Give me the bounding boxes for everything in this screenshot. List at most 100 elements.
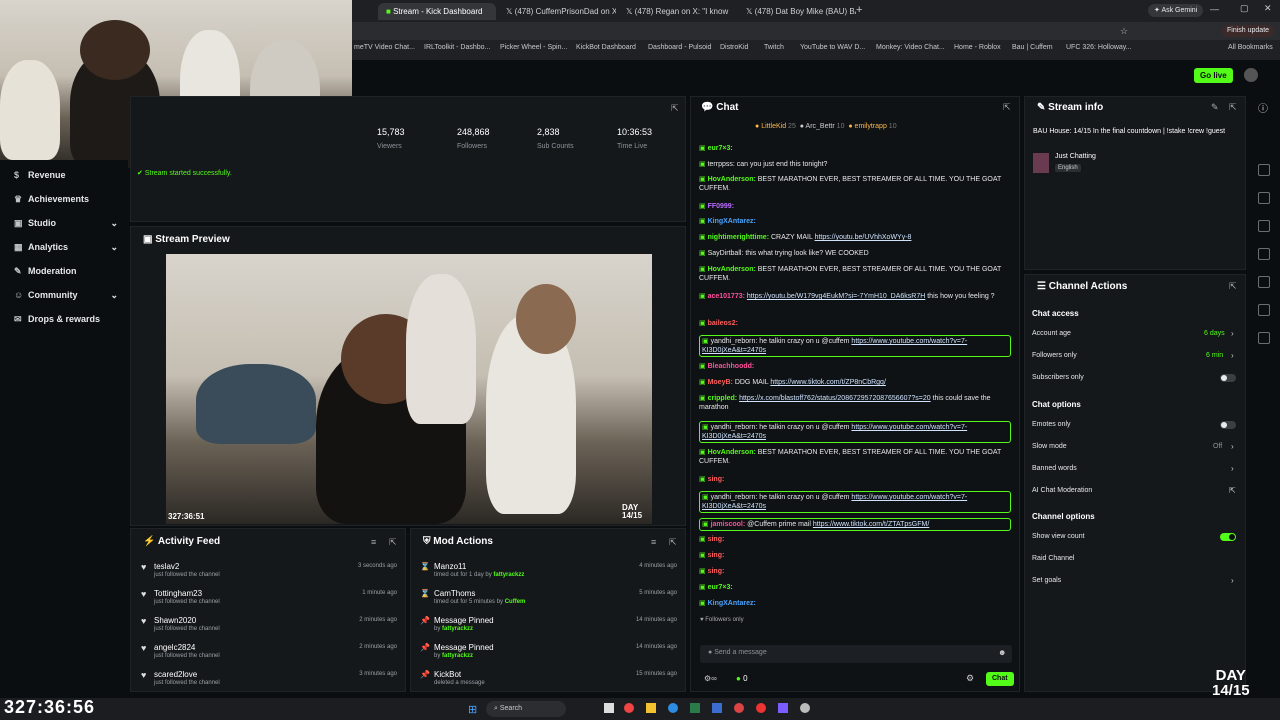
chat-username[interactable]: sing:	[708, 536, 725, 543]
chat-username[interactable]: terrppss:	[708, 161, 735, 168]
chat-message[interactable]: ▣ sing:	[699, 567, 1011, 576]
chevron-right-icon[interactable]: ›	[1231, 351, 1234, 360]
chat-send-button[interactable]: Chat	[986, 672, 1014, 686]
chat-username[interactable]: HovAnderson:	[708, 176, 756, 183]
bookmark-bau-cuffem[interactable]: Bau | Cuffem	[1012, 44, 1053, 51]
chat-message[interactable]: ▣ HovAnderson: BEST MARATHON EVER, BEST …	[699, 265, 1011, 283]
sidebar-item-achievements[interactable]: ♛ Achievements	[14, 194, 89, 205]
filter-icon[interactable]: ≡	[651, 537, 656, 547]
tab-x-regan[interactable]: 𝕏 (478) Regan on X: "I know	[618, 3, 736, 20]
chat-message[interactable]: ▣ sing:	[699, 535, 1011, 544]
chat-message[interactable]: ▣ SayDirtball: this what trying look lik…	[699, 249, 1011, 258]
list-item[interactable]: 📌 KickBot deleted a message 15 minutes a…	[411, 667, 687, 691]
chat-username[interactable]: HovAnderson:	[708, 449, 756, 456]
taskbar-app-5[interactable]	[690, 703, 700, 713]
account-age-row[interactable]: Account age	[1032, 330, 1071, 337]
bookmark-twitch[interactable]: Twitch	[764, 44, 784, 51]
chat-input[interactable]: ● Send a message ☻	[700, 645, 1012, 663]
list-item[interactable]: 📌 Message Pinned by fattyrackzz 14 minut…	[411, 640, 687, 664]
chat-message[interactable]: ▣ FF0999:	[699, 202, 1011, 211]
chat-username[interactable]: eur7×3:	[708, 145, 733, 152]
edit-icon[interactable]: ✎	[1211, 102, 1219, 113]
chat-settings-left[interactable]: ⚙∞	[704, 674, 717, 683]
chat-message[interactable]: ▣ crippled: https://x.com/blastoff762/st…	[699, 394, 1011, 412]
chat-message[interactable]: ▣ yandhi_reborn: he talkin crazy on u @c…	[699, 335, 1011, 357]
category-name[interactable]: Just Chatting	[1055, 153, 1096, 160]
chat-username[interactable]: ace101773:	[708, 293, 745, 300]
rail-icon-7[interactable]	[1258, 332, 1270, 344]
chat-message[interactable]: ▣ KingXAntarez:	[699, 599, 1011, 608]
rail-icon-3[interactable]	[1258, 220, 1270, 232]
chat-message[interactable]: ▣ eur7×3:	[699, 144, 1011, 153]
close-icon[interactable]: ✕	[1264, 3, 1272, 14]
chat-message[interactable]: ▣ HovAnderson: BEST MARATHON EVER, BEST …	[699, 448, 1011, 466]
chat-username[interactable]: nightimerighttime:	[708, 234, 769, 241]
raid-channel-row[interactable]: Raid Channel	[1032, 555, 1074, 562]
chat-link[interactable]: https://youtu.be/UVhhXoWYy-8	[815, 234, 912, 241]
list-item[interactable]: ⌛ CamThoms timed out for 5 minutes by Cu…	[411, 586, 687, 610]
bookmark-picker-wheel[interactable]: Picker Wheel - Spin...	[500, 44, 567, 51]
sidebar-item-drops[interactable]: ✉ Drops & rewards	[14, 314, 100, 325]
tab-x-cuffem[interactable]: 𝕏 (478) CuffemPrisonDad on X: "	[498, 3, 616, 20]
bookmark-all[interactable]: All Bookmarks	[1228, 44, 1273, 51]
chat-link[interactable]: https://x.com/blastoff762/status/2086729…	[739, 395, 931, 402]
rail-icon-5[interactable]	[1258, 276, 1270, 288]
chat-username[interactable]: KingXAntarez:	[708, 600, 756, 607]
tab-x-datboy[interactable]: 𝕏 (478) Dat Boy Mike (BAU) BAN	[738, 3, 856, 20]
chat-username[interactable]: crippled:	[708, 395, 738, 402]
chat-message[interactable]: ▣ eur7×3:	[699, 583, 1011, 592]
gear-icon[interactable]: ⚙	[966, 673, 974, 684]
expand-icon[interactable]: ⇱	[389, 537, 397, 548]
expand-icon[interactable]: ⇱	[1229, 281, 1237, 292]
bookmark-metv[interactable]: meTV Video Chat...	[354, 44, 415, 51]
bookmark-pulsoid[interactable]: Dashboard - Pulsoid	[648, 44, 711, 51]
bookmark-ufc[interactable]: UFC 326: Holloway...	[1066, 44, 1132, 51]
windows-start-icon[interactable]: ⊞	[468, 703, 477, 716]
chat-username[interactable]: sing:	[708, 568, 725, 575]
info-icon[interactable]: ⓘ	[1258, 100, 1268, 115]
chat-username[interactable]: KingXAntarez:	[708, 218, 756, 225]
maximize-icon[interactable]: ▢	[1240, 3, 1249, 14]
chat-username[interactable]: jamiscool:	[711, 521, 746, 528]
chat-link[interactable]: https://www.tiktok.com/t/ZP8nCbRgq/	[770, 379, 886, 386]
sidebar-item-moderation[interactable]: ✎ Moderation	[14, 266, 77, 277]
sidebar-item-community[interactable]: ☺ Community ⌄	[14, 290, 118, 301]
chat-username[interactable]: FF0999:	[708, 203, 734, 210]
taskbar-app-2[interactable]	[624, 703, 634, 713]
chat-message[interactable]: ▣ terrppss: can you just end this tonigh…	[699, 160, 1011, 169]
sidebar-item-studio[interactable]: ▣ Studio ⌄	[14, 218, 118, 229]
list-item[interactable]: ♥ Tottingham23 just followed the channel…	[131, 586, 407, 610]
expand-icon[interactable]: ⇱	[1229, 102, 1237, 113]
ai-moderation-row[interactable]: AI Chat Moderation	[1032, 487, 1092, 494]
chat-username[interactable]: sing:	[708, 476, 725, 483]
new-tab-icon[interactable]: +	[856, 4, 862, 16]
taskbar-app-4[interactable]	[668, 703, 678, 713]
tab-kick-dashboard[interactable]: ■ Stream - Kick Dashboard	[378, 3, 496, 20]
chat-message[interactable]: ▣ yandhi_reborn: he talkin crazy on u @c…	[699, 491, 1011, 513]
chat-username[interactable]: HovAnderson:	[708, 266, 756, 273]
followers-only-row[interactable]: Followers only	[1032, 352, 1077, 359]
chat-message[interactable]: ▣ sing:	[699, 475, 1011, 484]
chat-message[interactable]: ▣ nightimerighttime: CRAZY MAIL https://…	[699, 233, 1011, 242]
chevron-right-icon[interactable]: ›	[1231, 442, 1234, 451]
taskbar-app-6[interactable]	[712, 703, 722, 713]
chevron-right-icon[interactable]: ›	[1231, 576, 1234, 585]
filter-icon[interactable]: ≡	[371, 537, 376, 547]
list-item[interactable]: ♥ scared2love just followed the channel …	[131, 667, 407, 691]
external-link-icon[interactable]: ⇱	[1229, 486, 1236, 495]
stream-preview-video[interactable]: 327:36:51 DAY 14/15	[166, 254, 652, 524]
taskbar-app-10[interactable]	[800, 703, 810, 713]
bookmark-distrokid[interactable]: DistroKid	[720, 44, 748, 51]
expand-icon[interactable]: ⇱	[671, 103, 679, 114]
list-item[interactable]: ⌛ Manzo11 timed out for 1 day by fattyra…	[411, 559, 687, 583]
chat-username[interactable]: baileos2:	[708, 320, 738, 327]
chat-username[interactable]: yandhi_reborn:	[711, 338, 758, 345]
chat-username[interactable]: SayDirtball:	[708, 250, 744, 257]
bookmark-kickbot[interactable]: KickBot Dashboard	[576, 44, 636, 51]
chat-username[interactable]: eur7×3:	[708, 584, 733, 591]
list-item[interactable]: 📌 Message Pinned by fattyrackzz 14 minut…	[411, 613, 687, 637]
chat-link[interactable]: https://youtu.be/W179vg4EukM?si=-7YmH10_…	[747, 293, 925, 300]
bookmark-irltoolkit[interactable]: IRLToolkit - Dashbo...	[424, 44, 490, 51]
banned-words-row[interactable]: Banned words	[1032, 465, 1077, 472]
taskbar-app-1[interactable]	[604, 703, 614, 713]
